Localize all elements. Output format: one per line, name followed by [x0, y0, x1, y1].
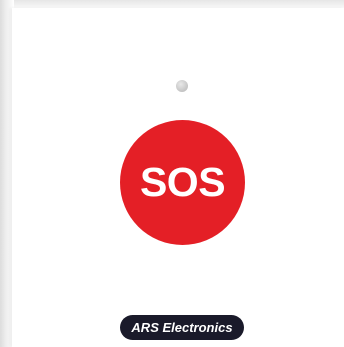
- sos-button-label: SOS: [139, 159, 226, 205]
- status-led-icon: [176, 80, 188, 92]
- brand-badge: ARS Electronics: [120, 315, 244, 340]
- sos-button[interactable]: SOS: [120, 120, 245, 245]
- product-image: SOS ARS Electronics: [0, 0, 344, 347]
- brand-label: ARS Electronics: [131, 320, 233, 335]
